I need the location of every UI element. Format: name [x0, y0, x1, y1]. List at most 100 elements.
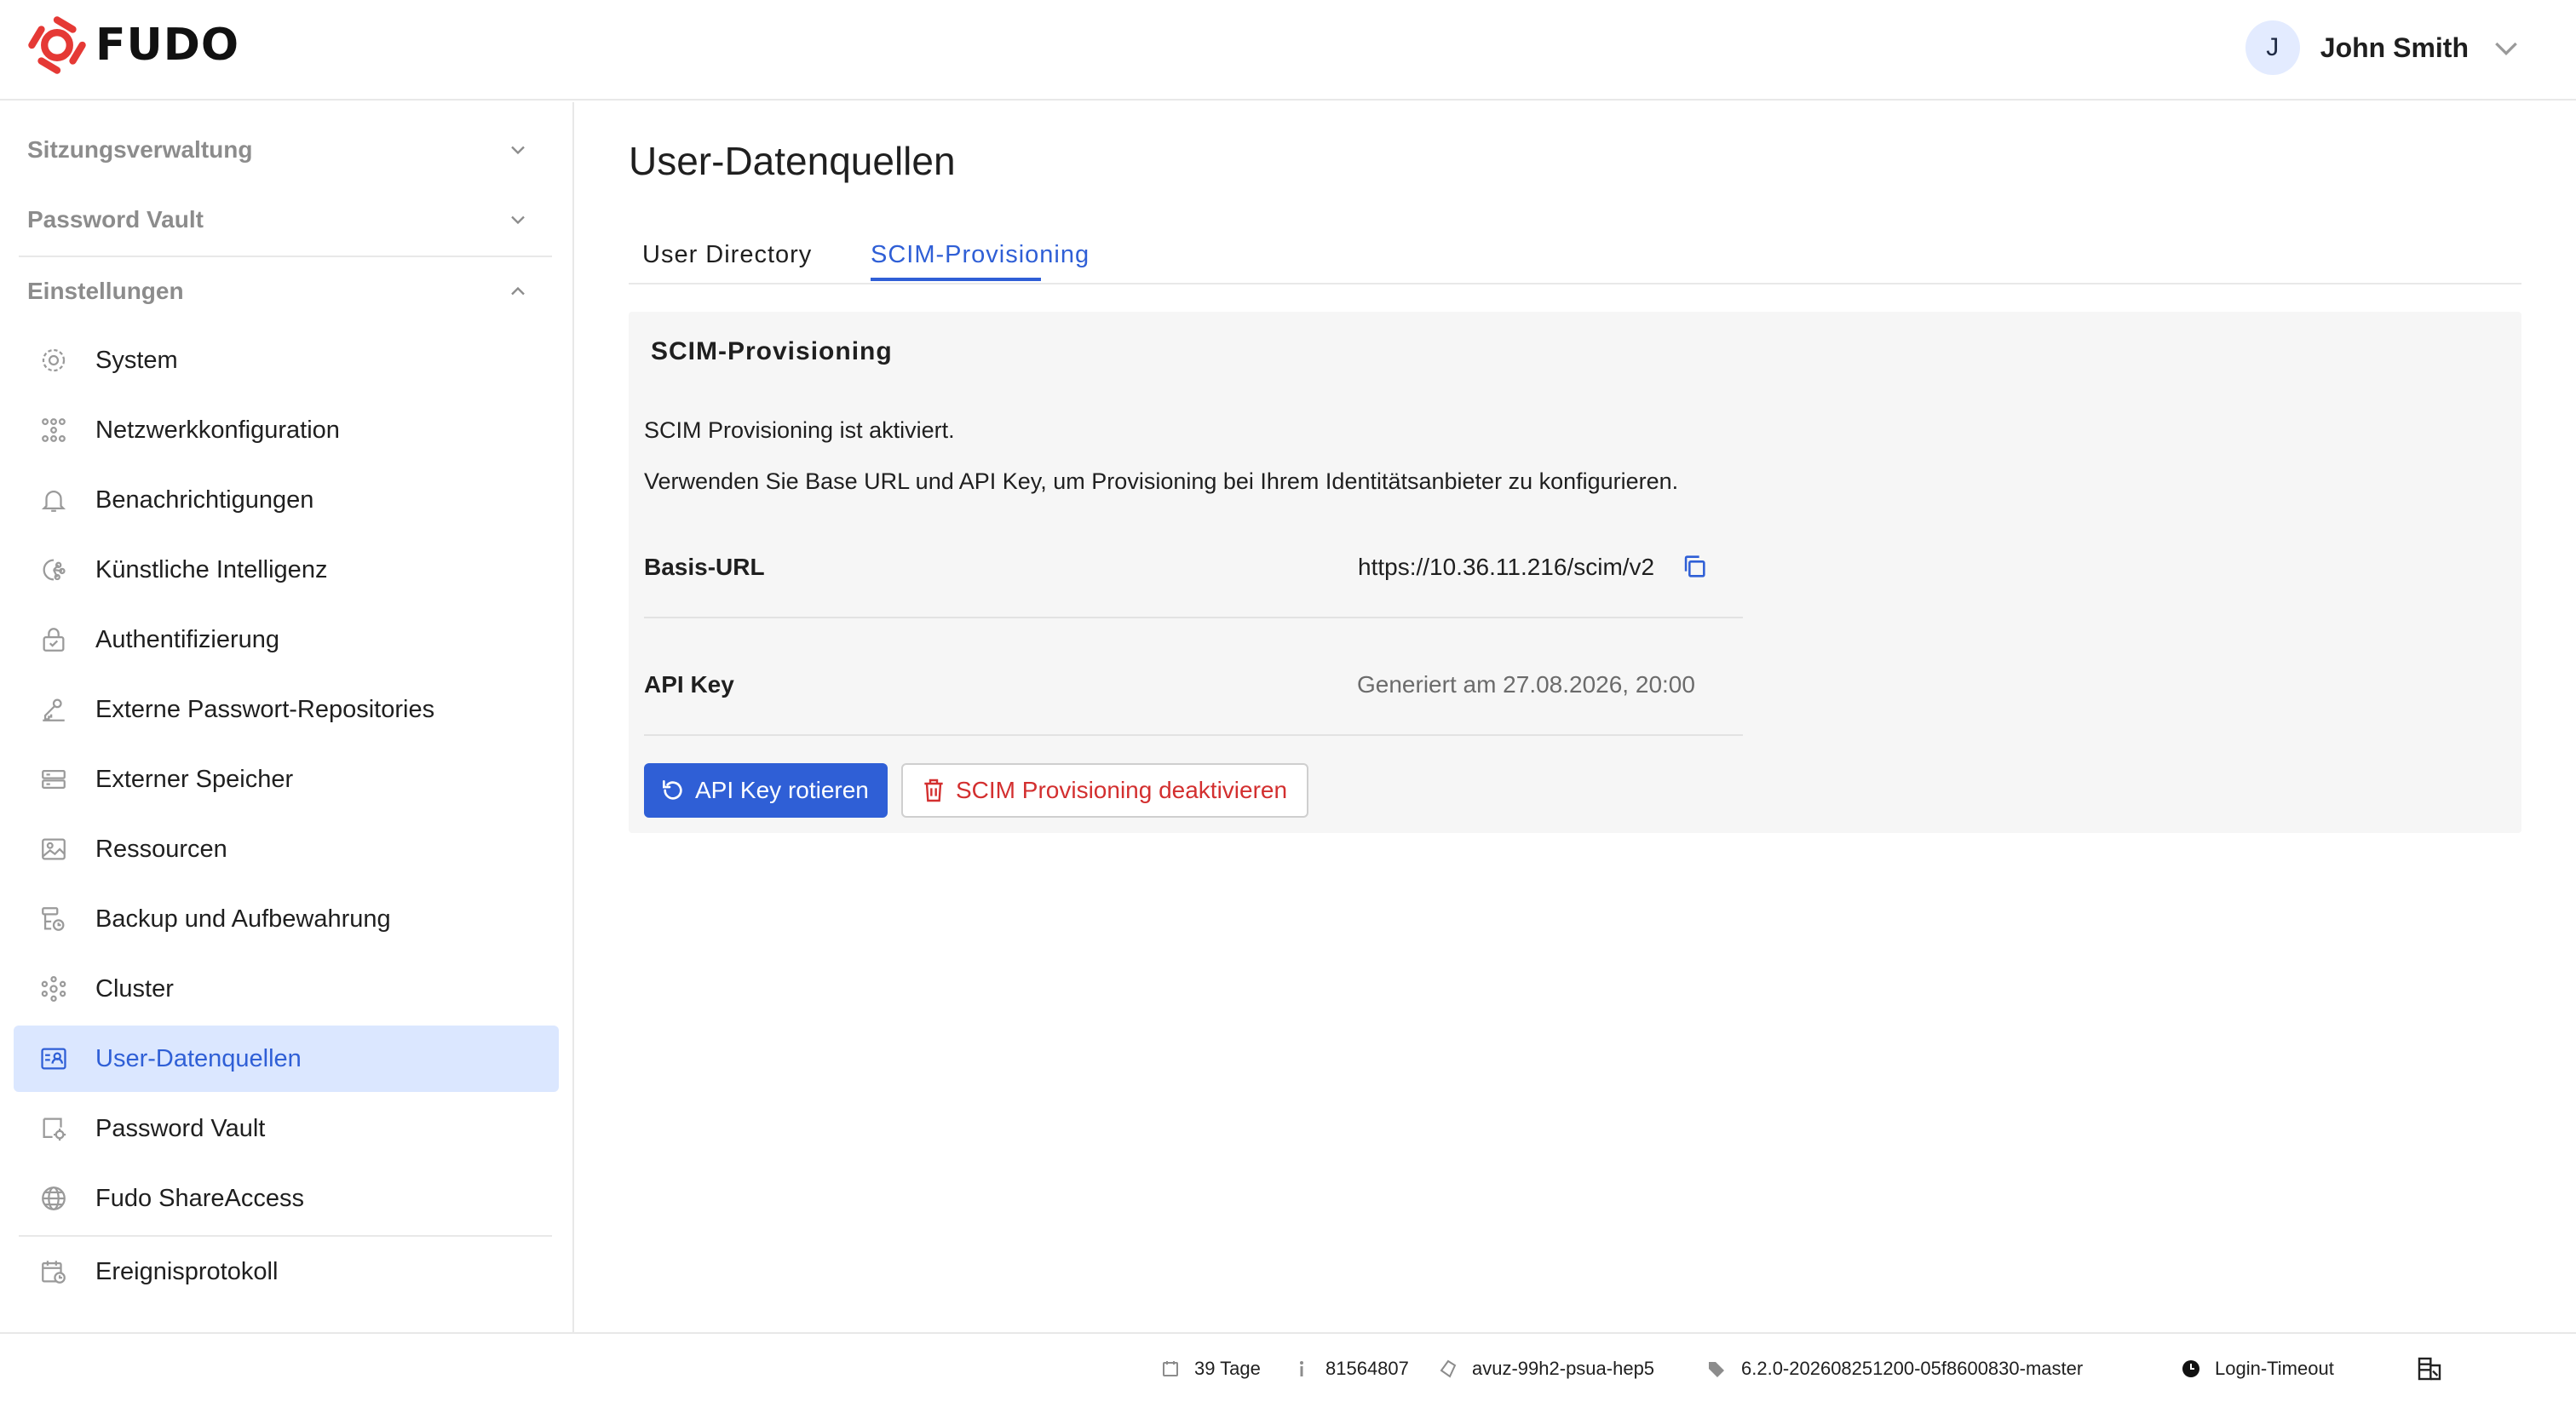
trash-icon	[924, 779, 943, 802]
user-name: John Smith	[2320, 32, 2469, 63]
cluster-icon	[41, 975, 66, 1003]
vault-icon	[43, 1118, 66, 1141]
lock-icon	[43, 628, 65, 652]
chevron-down-icon	[511, 146, 525, 155]
active-tab-indicator	[871, 278, 1041, 281]
status-text: SCIM Provisioning ist aktiviert.	[644, 417, 955, 443]
help-text: Verwenden Sie Base URL und API Key, um P…	[644, 468, 1679, 494]
footer-id-label: 81564807	[1325, 1358, 1409, 1379]
footer-days: 39 Tage	[1160, 1334, 1261, 1402]
sidebar-item-backup-und-aufbewahrung[interactable]: Backup und Aufbewahrung	[14, 886, 559, 952]
info-icon	[1300, 1361, 1303, 1376]
storage-icon	[42, 769, 66, 790]
network-icon	[42, 418, 66, 442]
copy-icon[interactable]	[1680, 552, 1709, 581]
bell-icon	[41, 491, 66, 512]
sidebar-item-authentifizierung[interactable]: Authentifizierung	[14, 606, 559, 673]
footer-version-label: 6.2.0-202608251200-05f8600830-master	[1741, 1358, 2084, 1379]
sidebar-item-label: Password Vault	[95, 1114, 266, 1142]
panel-title: SCIM-Provisioning	[651, 337, 893, 365]
sidebar-item-kuenstliche-intelligenz[interactable]: Künstliche Intelligenz	[14, 537, 559, 603]
base-url-label: Basis-URL	[644, 554, 765, 580]
calendar-icon	[42, 1261, 66, 1284]
footer-timeout-label: Login-Timeout	[2215, 1358, 2334, 1379]
section-einstellungen[interactable]: Einstellungen	[27, 266, 538, 317]
footer-node: avuz-99h2-psua-hep5	[1438, 1334, 1654, 1402]
user-menu[interactable]: J John Smith	[2245, 20, 2523, 75]
image-icon	[42, 838, 66, 860]
sidebar-item-externer-speicher[interactable]: Externer Speicher	[14, 746, 559, 813]
chevron-down-icon	[2495, 42, 2517, 56]
divider	[19, 256, 552, 257]
top-header: FUDO J John Smith	[0, 0, 2576, 101]
user-card-icon	[41, 1048, 66, 1070]
fudo-logo-icon	[28, 16, 86, 74]
sidebar-item-label: Externer Speicher	[95, 765, 294, 793]
footer-node-label: avuz-99h2-psua-hep5	[1472, 1358, 1655, 1379]
ai-icon	[43, 559, 66, 581]
avatar: J	[2245, 20, 2300, 75]
sidebar-item-label: Authentifizierung	[95, 625, 280, 653]
brand-name: FUDO	[95, 20, 240, 71]
page-title: User-Datenquellen	[629, 139, 956, 183]
row-divider	[644, 734, 1743, 736]
footer-version: 6.2.0-202608251200-05f8600830-master	[1707, 1334, 2083, 1402]
sidebar-item-label: Benachrichtigungen	[95, 486, 314, 514]
node-icon	[1440, 1359, 1457, 1378]
footer-days-label: 39 Tage	[1194, 1358, 1261, 1379]
divider	[19, 1235, 552, 1237]
rotate-api-key-button[interactable]: API Key rotieren	[644, 763, 888, 818]
api-key-label: API Key	[644, 671, 734, 698]
clock-icon	[2182, 1360, 2199, 1377]
sidebar-item-label: Netzwerkkonfiguration	[95, 416, 340, 444]
theme-icon	[2418, 1357, 2441, 1381]
sidebar-item-ereignisprotokoll[interactable]: Ereignisprotokoll	[14, 1238, 559, 1305]
section-password-vault[interactable]: Password Vault	[27, 194, 538, 245]
section-sitzungsverwaltung[interactable]: Sitzungsverwaltung	[27, 124, 538, 175]
sidebar-item-externe-passwort-repositories[interactable]: Externe Passwort-Repositories	[14, 676, 559, 743]
scim-panel: SCIM-Provisioning SCIM Provisioning ist …	[629, 312, 2521, 833]
sidebar-item-label: Ressourcen	[95, 835, 227, 863]
sidebar-item-user-datenquellen[interactable]: User-Datenquellen	[14, 1026, 559, 1092]
status-footer: 39 Tage 81564807 avuz-99h2-psua-hep5 6.2…	[0, 1332, 2576, 1402]
sidebar-item-label: User-Datenquellen	[95, 1044, 302, 1072]
section-label: Einstellungen	[27, 278, 184, 304]
section-label: Sitzungsverwaltung	[27, 136, 253, 163]
tab-bar: User Directory SCIM-Provisioning	[629, 225, 2521, 284]
rotate-button-label: API Key rotieren	[695, 777, 869, 803]
gear-icon	[42, 348, 66, 372]
sidebar-item-label: Cluster	[95, 974, 174, 1003]
chevron-up-icon	[511, 286, 525, 296]
sidebar-item-netzwerkkonfiguration[interactable]: Netzwerkkonfiguration	[14, 397, 559, 463]
api-key-value: Generiert am 27.08.2026, 20:00	[1357, 671, 1695, 698]
fudo-logo[interactable]: FUDO	[26, 14, 239, 77]
theme-toggle[interactable]	[2416, 1334, 2457, 1402]
sidebar-item-benachrichtigungen[interactable]: Benachrichtigungen	[14, 467, 559, 533]
tab-scim-provisioning[interactable]: SCIM-Provisioning	[871, 225, 1090, 284]
deactivate-scim-button[interactable]: SCIM Provisioning deaktivieren	[901, 763, 1308, 818]
chevron-down-icon	[511, 215, 525, 225]
sidebar: Sitzungsverwaltung Password Vault Einste…	[0, 102, 574, 1332]
sidebar-item-ressourcen[interactable]: Ressourcen	[14, 816, 559, 882]
footer-id: 81564807	[1291, 1334, 1409, 1402]
backup-icon	[42, 907, 65, 931]
sidebar-item-label: Externe Passwort-Repositories	[95, 695, 435, 723]
key-icon	[43, 698, 65, 721]
rotate-icon	[663, 780, 682, 800]
section-label: Password Vault	[27, 206, 204, 233]
tag-icon	[1709, 1362, 1724, 1377]
sidebar-item-password-vault[interactable]: Password Vault	[14, 1095, 559, 1162]
footer-login-timeout[interactable]: Login-Timeout	[2181, 1334, 2334, 1402]
sidebar-item-label: System	[95, 346, 178, 374]
row-divider	[644, 617, 1743, 618]
deactivate-button-label: SCIM Provisioning deaktivieren	[956, 777, 1288, 803]
sidebar-item-label: Ereignisprotokoll	[95, 1257, 279, 1285]
globe-icon	[42, 1187, 66, 1210]
base-url-value: https://10.36.11.216/scim/v2	[1358, 554, 1655, 580]
sidebar-item-system[interactable]: System	[14, 327, 559, 394]
tab-user-directory[interactable]: User Directory	[642, 225, 812, 284]
sidebar-item-label: Fudo ShareAccess	[95, 1184, 305, 1212]
sidebar-item-label: Künstliche Intelligenz	[95, 555, 328, 583]
sidebar-item-fudo-shareaccess[interactable]: Fudo ShareAccess	[14, 1165, 559, 1232]
sidebar-item-cluster[interactable]: Cluster	[14, 956, 559, 1022]
